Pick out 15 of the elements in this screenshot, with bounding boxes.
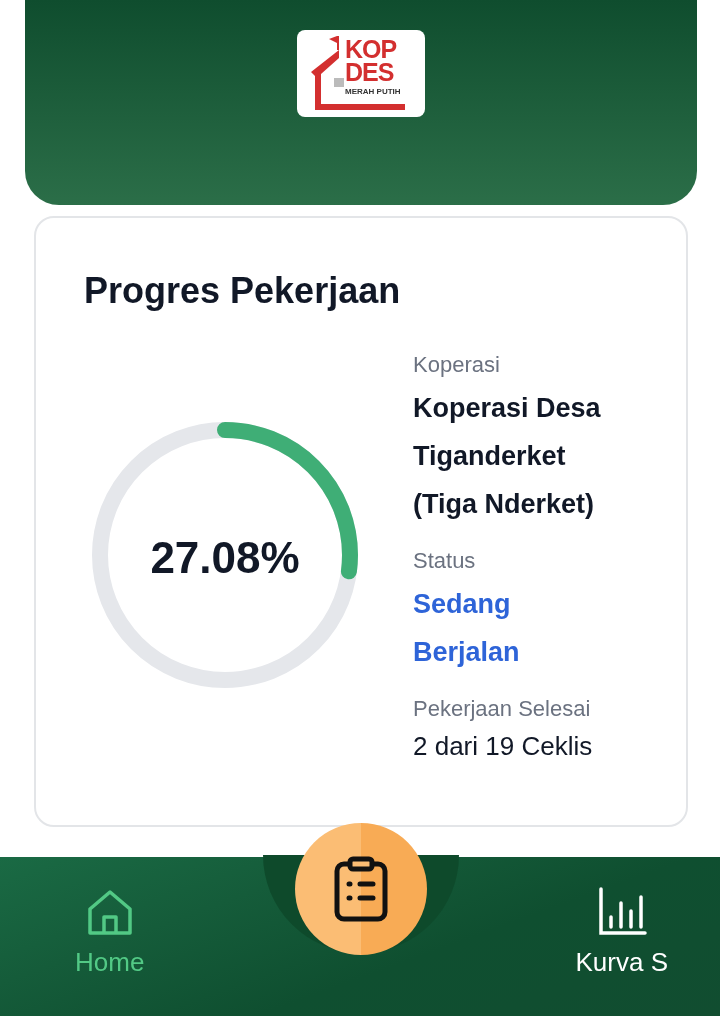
logo-tagline: MERAH PUTIH (345, 87, 401, 96)
bar-chart-icon (596, 887, 647, 937)
field-label: Pekerjaan Selesai (413, 696, 592, 722)
card-title: Progres Pekerjaan (84, 270, 402, 312)
clipboard-icon (333, 856, 389, 922)
logo-text: DES (345, 61, 395, 84)
nav-tab[interactable]: Kurva S (575, 887, 668, 978)
field-value: Sedang Berjalan (413, 588, 521, 669)
field-value: Koperasi Desa Tiganderket (Tiga Nderket) (413, 392, 602, 521)
logo-text: KOP (345, 38, 398, 61)
field-label: Koperasi (413, 352, 501, 378)
field-label: Status (413, 548, 477, 574)
progress-percent: 27.08% (149, 533, 301, 583)
nav-tab[interactable]: Home (75, 887, 145, 978)
field-value: 2 dari 19 Ceklis (413, 730, 594, 763)
